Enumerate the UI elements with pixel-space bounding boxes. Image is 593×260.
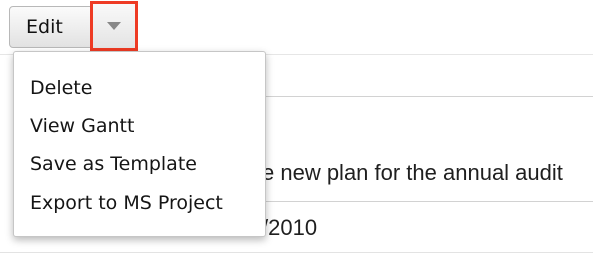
menu-item-view-gantt[interactable]: View Gantt [30,115,134,137]
chevron-down-icon [107,22,121,30]
actions-dropdown-toggle[interactable] [90,1,138,51]
field-divider [260,96,593,97]
field-divider [260,201,593,202]
actions-dropdown-menu: Delete View Gantt Save as Template Expor… [13,51,266,237]
edit-split-button: Edit [9,1,138,51]
menu-item-export-to-ms-project[interactable]: Export to MS Project [30,192,223,214]
menu-item-save-as-template[interactable]: Save as Template [30,153,197,175]
field-divider [0,252,593,253]
description-value: e new plan for the annual audit [262,160,563,185]
date-value: /2010 [262,215,318,240]
edit-button[interactable]: Edit [10,7,90,47]
menu-item-delete[interactable]: Delete [30,77,92,99]
record-detail-view: e new plan for the annual audit /2010 Ed… [0,0,593,260]
